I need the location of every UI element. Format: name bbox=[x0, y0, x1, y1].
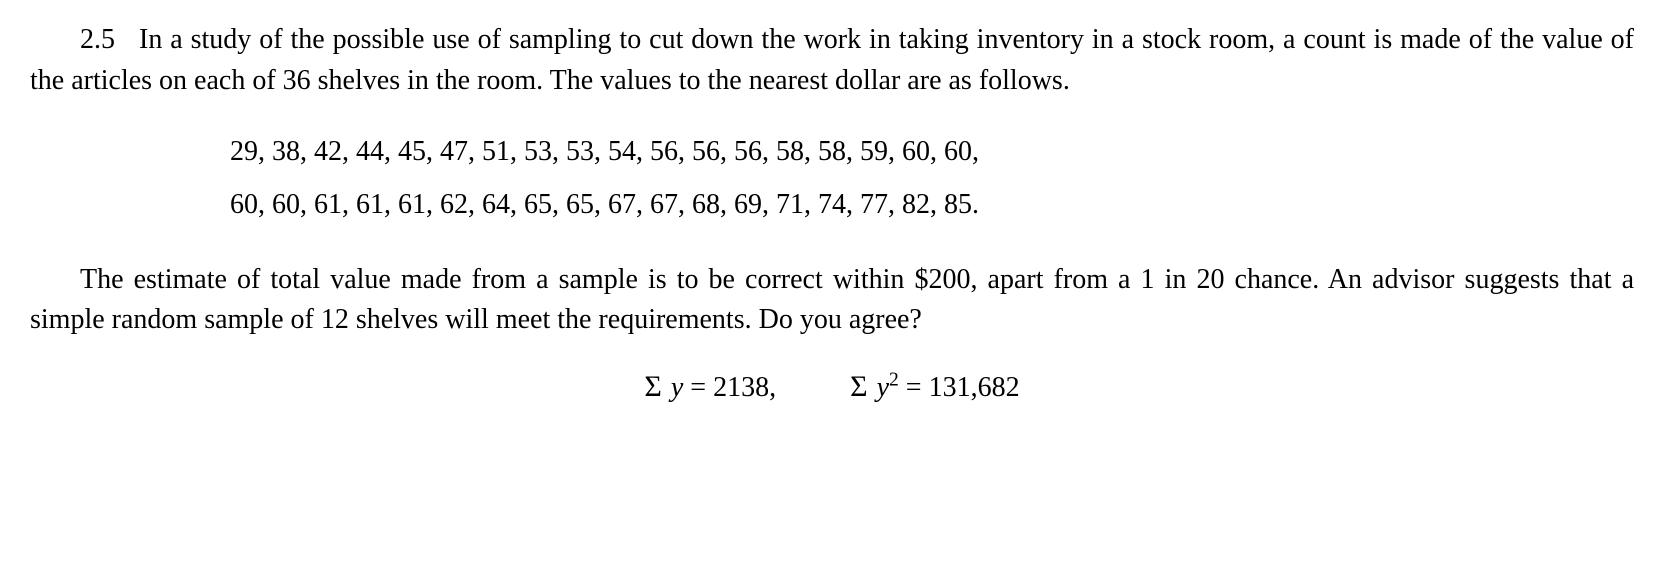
sigma-symbol-2: Σ bbox=[850, 370, 867, 403]
equation-block: Σ y = 2138, Σ y2 = 131,682 bbox=[30, 365, 1634, 409]
paragraph-2-text: The estimate of total value made from a … bbox=[30, 264, 1634, 336]
data-values-block: 29, 38, 42, 44, 45, 47, 51, 53, 53, 54, … bbox=[230, 125, 1534, 231]
sigma-symbol-1: Σ bbox=[644, 370, 661, 403]
sum-y2-variable: y bbox=[877, 372, 889, 403]
paragraph-1-text: In a study of the possible use of sampli… bbox=[30, 24, 1634, 96]
data-line-1: 29, 38, 42, 44, 45, 47, 51, 53, 53, 54, … bbox=[230, 125, 1534, 178]
sum-y2-value: = 131,682 bbox=[899, 372, 1020, 403]
sum-y2-superscript: 2 bbox=[889, 369, 899, 390]
problem-paragraph-1: 2.5In a study of the possible use of sam… bbox=[30, 20, 1634, 101]
sum-y-value: = 2138, bbox=[683, 372, 776, 403]
data-line-2: 60, 60, 61, 61, 61, 62, 64, 65, 65, 67, … bbox=[230, 178, 1534, 231]
problem-paragraph-2: The estimate of total value made from a … bbox=[30, 260, 1634, 341]
problem-number: 2.5 bbox=[80, 24, 115, 55]
sum-y-variable: y bbox=[671, 372, 683, 403]
